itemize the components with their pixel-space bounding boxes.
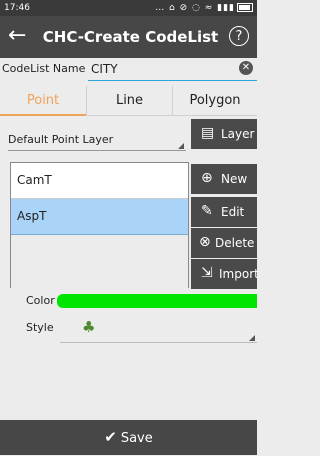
color-row: Color xyxy=(0,291,257,311)
delete-button[interactable]: ⊗ Delete xyxy=(191,228,257,258)
checkmark-icon: ✔ xyxy=(104,428,117,446)
codelist-name-label: CodeList Name xyxy=(2,62,86,75)
tab-point[interactable]: Point xyxy=(0,86,86,116)
list-item[interactable]: CamT xyxy=(11,163,188,199)
clear-icon[interactable]: ✕ xyxy=(239,61,253,75)
tab-line[interactable]: Line xyxy=(86,86,172,116)
delete-circle-icon: ⊗ xyxy=(199,234,211,250)
color-swatch[interactable] xyxy=(57,294,257,308)
back-arrow-icon[interactable]: ← xyxy=(8,22,26,50)
pencil-icon: ✎ xyxy=(201,203,213,219)
delete-button-label: Delete xyxy=(215,236,255,250)
edit-button-label: Edit xyxy=(221,205,245,219)
code-list: CamT AspT xyxy=(10,162,189,289)
save-button[interactable]: ✔ Save xyxy=(0,420,257,455)
new-button-label: New xyxy=(221,172,248,186)
import-button-label: Import xyxy=(219,267,259,281)
list-empty-area xyxy=(11,235,188,289)
import-icon: ⇲ xyxy=(201,265,213,281)
dropdown-corner-icon xyxy=(178,143,184,149)
codelist-name-row: CodeList Name CITY ✕ xyxy=(0,58,257,81)
style-row: Style ♣ xyxy=(0,314,257,344)
geometry-tabs: Point Line Polygon xyxy=(0,86,257,116)
status-bar: 17:46 … ⌂ ⊘ ◌ ≈ ▮▮▮ xyxy=(0,0,257,16)
tree-icon: ♣ xyxy=(82,318,96,336)
style-select[interactable]: ♣ xyxy=(60,314,257,343)
help-icon[interactable]: ? xyxy=(229,26,249,46)
new-button[interactable]: ⊕ New xyxy=(191,164,257,194)
import-button[interactable]: ⇲ Import xyxy=(191,259,259,289)
add-icon: ⊕ xyxy=(201,170,213,186)
dropdown-corner-icon xyxy=(249,335,255,341)
layer-button-label: Layer xyxy=(221,127,255,141)
style-label: Style xyxy=(26,321,54,334)
color-label: Color xyxy=(26,294,55,307)
layer-select[interactable]: Default Point Layer xyxy=(8,130,186,151)
app-header: ← CHC-Create CodeList ? xyxy=(0,16,257,58)
layers-icon: ▤ xyxy=(201,125,215,141)
codelist-name-input[interactable]: CITY ✕ xyxy=(88,58,257,81)
status-icons: … ⌂ ⊘ ◌ ≈ ▮▮▮ xyxy=(155,0,253,16)
status-time: 17:46 xyxy=(4,3,30,13)
codelist-name-value: CITY xyxy=(91,62,118,76)
layer-button[interactable]: ▤ Layer xyxy=(191,119,257,149)
save-button-label: Save xyxy=(120,431,153,446)
layer-select-value: Default Point Layer xyxy=(8,133,114,146)
list-item[interactable]: AspT xyxy=(11,199,188,235)
battery-icon xyxy=(237,3,253,12)
tab-polygon[interactable]: Polygon xyxy=(172,86,257,116)
edit-button[interactable]: ✎ Edit xyxy=(191,197,257,227)
page-title: CHC-Create CodeList xyxy=(42,28,219,46)
